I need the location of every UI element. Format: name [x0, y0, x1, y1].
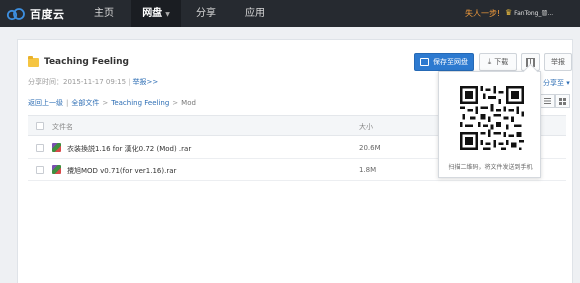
column-name[interactable]: 文件名	[52, 122, 73, 132]
list-view-button[interactable]	[540, 94, 555, 108]
grid-view-button[interactable]	[555, 94, 570, 108]
share-title: Teaching Feeling	[28, 55, 129, 67]
column-size[interactable]: 大小	[359, 122, 373, 132]
report-button[interactable]: 举报	[544, 53, 572, 71]
share-to-dropdown[interactable]: 分享至 ▾	[543, 78, 570, 88]
crown-icon: ♛	[505, 8, 513, 17]
crumb-all-files[interactable]: 全部文件	[71, 99, 99, 107]
file-size: 1.8M	[359, 166, 377, 174]
report-label: 举报	[551, 58, 565, 66]
top-nav-bar: 百度云 主页 网盘 ▼ 分享 应用 失人一步! ♛ FanTong_晉...	[0, 0, 580, 27]
file-name[interactable]: 攪旭MOD v0.71(for ver1.16).rar	[67, 166, 176, 176]
crumb-folder[interactable]: Teaching Feeling	[111, 99, 169, 107]
download-icon: ⤓	[487, 57, 492, 66]
chevron-down-icon: ▼	[165, 11, 170, 18]
download-label: 下载	[494, 58, 509, 66]
logo-text: 百度云	[30, 7, 65, 21]
nav-home-label: 主页	[94, 8, 114, 19]
report-link[interactable]: 举报>>	[132, 78, 158, 86]
promo-link[interactable]: 失人一步!	[465, 8, 500, 19]
cloud-icon	[6, 7, 25, 20]
crumb-current: Mod	[181, 99, 196, 107]
user-name: FanTong_晉...	[514, 10, 554, 17]
nav-netdisk[interactable]: 网盘 ▼	[131, 0, 181, 27]
save-to-disk-button[interactable]: 保存至网盘	[414, 53, 474, 71]
app-window: 百度云 主页 网盘 ▼ 分享 应用 失人一步! ♛ FanTong_晉... Tea…	[0, 0, 580, 283]
file-size: 20.6M	[359, 144, 381, 152]
save-label: 保存至网盘	[433, 58, 468, 66]
list-icon	[544, 98, 551, 104]
qr-popup: 扫描二维码，将文件发送到手机	[438, 71, 541, 178]
nav-share-label: 分享	[196, 8, 216, 19]
file-name[interactable]: 衣装換説1.16 for 漢化0.72 (Mod) .rar	[67, 144, 191, 154]
chevron-down-icon: ▾	[566, 79, 570, 87]
nav-netdisk-label: 网盘	[142, 8, 163, 19]
grid-icon	[559, 97, 566, 105]
nav-home[interactable]: 主页	[82, 0, 126, 27]
nav-share[interactable]: 分享	[186, 0, 226, 27]
share-meta: 分享时间：2015-11-17 09:15 | 举报>>	[28, 78, 159, 86]
rar-file-icon	[52, 143, 61, 152]
nav-apps-label: 应用	[245, 8, 265, 19]
share-to-label: 分享至	[543, 79, 564, 87]
folder-name: Teaching Feeling	[44, 57, 129, 67]
qr-caption: 扫描二维码，将文件发送到手机	[448, 164, 533, 171]
rar-file-icon	[52, 165, 61, 174]
back-link[interactable]: 返回上一级	[28, 99, 63, 107]
row-checkbox[interactable]	[36, 144, 44, 152]
baidu-cloud-logo[interactable]: 百度云	[6, 5, 65, 22]
row-checkbox[interactable]	[36, 166, 44, 174]
breadcrumb: 返回上一级 | 全部文件 > Teaching Feeling > Mod	[28, 99, 196, 107]
download-button[interactable]: ⤓ 下载	[479, 53, 517, 71]
user-menu[interactable]: ♛ FanTong_晉...	[505, 8, 553, 17]
qr-code-image	[460, 86, 524, 150]
select-all-checkbox[interactable]	[36, 122, 44, 130]
nav-apps[interactable]: 应用	[234, 0, 276, 27]
share-time: 分享时间：2015-11-17 09:15	[28, 78, 127, 86]
folder-icon	[28, 55, 39, 67]
save-icon	[420, 58, 429, 66]
